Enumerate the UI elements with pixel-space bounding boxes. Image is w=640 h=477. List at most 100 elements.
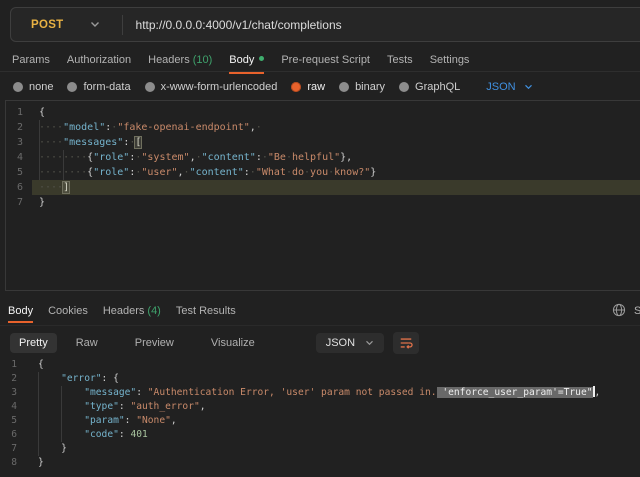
line-number: 2 — [6, 120, 32, 135]
radio-icon — [291, 82, 301, 92]
code-token: "content" — [190, 167, 244, 178]
radio-icon — [145, 82, 155, 92]
code-token: "Authentication Error, 'user' param not … — [148, 387, 437, 398]
code-token: "code" — [84, 429, 119, 440]
response-tab-test-results[interactable]: Test Results — [176, 305, 236, 317]
line-number: 3 — [0, 386, 26, 400]
tab-tests[interactable]: Tests — [387, 54, 413, 68]
url-input[interactable]: http://0.0.0.0:4000/v1/chat/completions — [136, 18, 342, 32]
code-token: , — [171, 415, 177, 426]
body-type-GraphQL[interactable]: GraphQL — [399, 81, 460, 93]
code-line[interactable]: 1{ — [0, 358, 640, 372]
line-number: 4 — [6, 150, 32, 165]
globe-icon[interactable] — [612, 303, 626, 320]
request-tabs: Params Authorization Headers(10) Body Pre-re… — [12, 49, 486, 72]
code-token: } — [38, 457, 44, 468]
view-tab-pretty[interactable]: Pretty — [10, 333, 57, 353]
code-line[interactable]: 7 } — [0, 442, 640, 456]
language-chevron-down-icon — [524, 84, 533, 90]
code-token — [38, 401, 84, 412]
code-content: ········{"role":·"user",·"content":·"Wha… — [39, 165, 376, 180]
line-number: 5 — [0, 414, 26, 428]
line-number: 8 — [0, 456, 26, 470]
tab-count-badge: (4) — [147, 305, 160, 317]
radio-icon — [399, 82, 409, 92]
code-line[interactable]: 6····] — [6, 180, 640, 195]
line-number: 1 — [6, 105, 32, 120]
response-tab-cookies[interactable]: Cookies — [48, 305, 88, 317]
code-token: know?" — [334, 167, 370, 178]
response-view-tabs: Pretty Raw Preview Visualize JSON — [10, 331, 419, 355]
code-line[interactable]: 5········{"role":·"user",·"content":·"Wh… — [6, 165, 640, 180]
code-token: : — [119, 429, 131, 440]
code-token: ···· — [39, 122, 63, 133]
code-line[interactable]: 7} — [6, 195, 640, 210]
view-tab-visualize[interactable]: Visualize — [202, 333, 264, 353]
code-line[interactable]: 3····"messages":·[ — [6, 135, 640, 150]
body-type-x-www-form-urlencoded[interactable]: x-www-form-urlencoded — [145, 81, 278, 93]
code-token — [38, 387, 84, 398]
code-line[interactable]: 1{ — [6, 105, 640, 120]
code-token: { — [39, 107, 45, 118]
code-line[interactable]: 4 "type": "auth_error", — [0, 400, 640, 414]
tab-params[interactable]: Params — [12, 54, 50, 68]
code-content: ····] — [39, 180, 69, 195]
code-line[interactable]: 8} — [0, 456, 640, 470]
tab-label: Headers — [148, 54, 190, 66]
radio-icon — [67, 82, 77, 92]
body-type-binary[interactable]: binary — [339, 81, 385, 93]
view-tab-raw[interactable]: Raw — [67, 333, 107, 353]
body-language-selector[interactable]: JSON — [486, 81, 532, 93]
line-number: 3 — [6, 135, 32, 150]
code-content: "param": "None", — [38, 414, 177, 428]
code-token: "What — [256, 167, 286, 178]
code-token: "role" — [93, 152, 129, 163]
body-type-raw[interactable]: raw — [291, 81, 325, 93]
response-tab-body[interactable]: Body — [8, 305, 33, 317]
code-content: "type": "auth_error", — [38, 400, 206, 414]
code-content: { — [39, 105, 45, 120]
tab-label: Body — [229, 54, 254, 66]
body-type-none[interactable]: none — [13, 81, 53, 93]
response-language-selector[interactable]: JSON — [316, 333, 384, 353]
code-line[interactable]: 6 "code": 401 — [0, 428, 640, 442]
code-token: you — [310, 167, 328, 178]
response-body-viewer[interactable]: 1{2 "error": {3 "message": "Authenticati… — [0, 356, 640, 477]
code-content: } — [38, 456, 44, 470]
code-line[interactable]: 2 "error": { — [0, 372, 640, 386]
tab-authorization[interactable]: Authorization — [67, 54, 131, 68]
response-tab-headers[interactable]: Headers(4) — [103, 305, 161, 317]
code-token: "auth_error" — [130, 401, 199, 412]
wrap-text-button[interactable] — [393, 332, 419, 354]
language-label: JSON — [486, 81, 515, 93]
code-line[interactable]: 3 "message": "Authentication Error, 'use… — [0, 386, 640, 400]
code-token: [ — [135, 137, 141, 148]
code-content: "code": 401 — [38, 428, 148, 442]
radio-icon — [339, 82, 349, 92]
tab-body[interactable]: Body — [229, 54, 264, 68]
code-line[interactable]: 4········{"role":·"system",·"content":·"… — [6, 150, 640, 165]
code-token: ···· — [39, 182, 63, 193]
code-line[interactable]: 2 ····"model":·"fake-openai-endpoint",· — [6, 120, 640, 135]
method-selector[interactable]: POST — [11, 19, 64, 31]
code-token: "error" — [61, 373, 101, 384]
code-token: : — [119, 401, 131, 412]
code-token: "system" — [141, 152, 189, 163]
request-body-editor[interactable]: 1{2····"model":·"fake-openai-endpoint",·… — [5, 100, 640, 291]
method-chevron-down-icon[interactable] — [90, 21, 100, 28]
response-tabs-divider — [0, 325, 640, 326]
tab-headers[interactable]: Headers(10) — [148, 54, 212, 68]
tab-settings[interactable]: Settings — [430, 54, 470, 68]
tab-label: Tests — [387, 54, 413, 66]
code-token: 401 — [130, 429, 147, 440]
tab-pre-request-script[interactable]: Pre-request Script — [281, 54, 370, 68]
body-type-form-data[interactable]: form-data — [67, 81, 130, 93]
code-token: "Be — [268, 152, 286, 163]
code-token: "type" — [84, 401, 119, 412]
view-tab-preview[interactable]: Preview — [126, 333, 183, 353]
code-content: } — [38, 442, 67, 456]
code-token — [38, 429, 84, 440]
code-token: : { — [102, 373, 119, 384]
code-content: ····"model":·"fake-openai-endpoint",· — [39, 120, 262, 135]
code-line[interactable]: 5 "param": "None", — [0, 414, 640, 428]
